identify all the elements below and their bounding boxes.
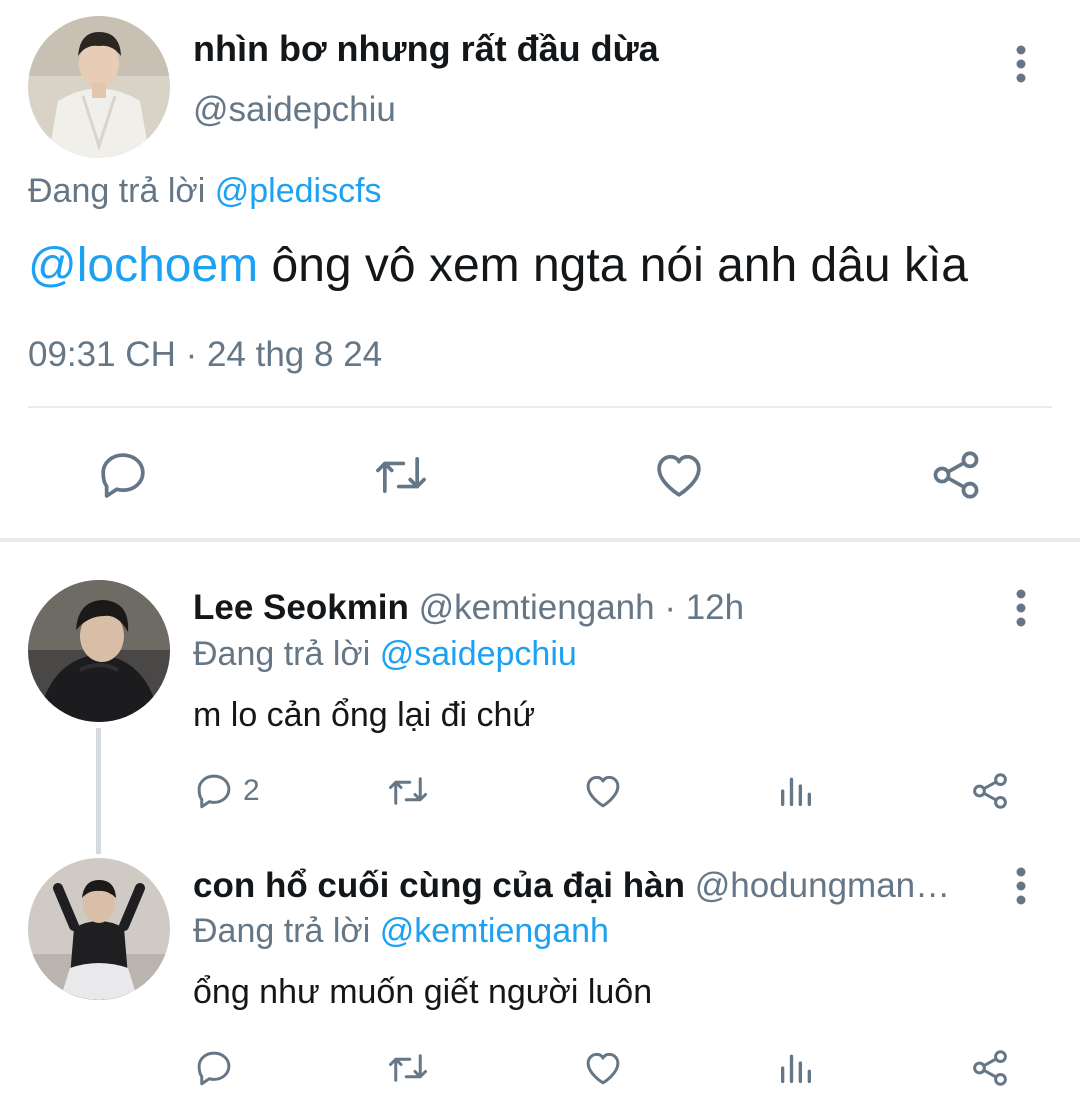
- author-display-name[interactable]: Lee Seokmin: [193, 588, 409, 627]
- reply-icon: [193, 1047, 235, 1089]
- avatar[interactable]: [28, 580, 170, 722]
- reply-header: con hổ cuối cùng của đại hàn @hodungman…: [193, 866, 950, 906]
- section-separator: [0, 538, 1080, 542]
- retweet-icon: [385, 1047, 431, 1089]
- reply-action-bar: [193, 1038, 1053, 1098]
- analytics-icon: [776, 770, 816, 812]
- reply-time[interactable]: · 12h: [655, 588, 744, 627]
- share-button[interactable]: [969, 1038, 1011, 1098]
- author-display-name[interactable]: con hổ cuối cùng của đại hàn: [193, 866, 685, 905]
- replying-to-mention[interactable]: @kemtienganh: [380, 912, 609, 950]
- more-options-icon[interactable]: [1006, 866, 1036, 906]
- reply-button[interactable]: [193, 1038, 243, 1098]
- share-icon: [969, 770, 1011, 812]
- replying-to-mention[interactable]: @saidepchiu: [380, 635, 577, 673]
- retweet-button[interactable]: [385, 1038, 431, 1098]
- avatar[interactable]: [28, 858, 170, 1000]
- tweet-body: ông vô xem ngta nói anh dâu kìa: [258, 239, 968, 292]
- reply-button[interactable]: 2: [193, 761, 260, 821]
- more-options-icon[interactable]: [1006, 588, 1036, 628]
- share-button[interactable]: [969, 761, 1011, 821]
- reply-action-bar: 2: [193, 761, 1053, 821]
- like-icon: [582, 770, 624, 812]
- divider: [28, 406, 1052, 408]
- analytics-icon: [776, 1047, 816, 1089]
- share-icon: [928, 447, 984, 503]
- replying-label: Đang trả lời: [28, 172, 206, 210]
- avatar[interactable]: [28, 16, 170, 158]
- replying-to-mention[interactable]: @plediscfs: [215, 172, 382, 210]
- retweet-button[interactable]: [385, 761, 431, 821]
- reply-icon: [95, 447, 151, 503]
- tweet-timestamp[interactable]: 09:31 CH · 24 thg 8 24: [28, 335, 382, 375]
- replying-label: Đang trả lời: [193, 635, 371, 673]
- tweet-mention[interactable]: @lochoem: [28, 239, 258, 292]
- reply-button[interactable]: [88, 440, 158, 510]
- share-icon: [969, 1047, 1011, 1089]
- like-icon: [651, 447, 707, 503]
- retweet-button[interactable]: [366, 440, 436, 510]
- retweet-icon: [385, 770, 431, 812]
- reply-text: m lo cản ổng lại đi chứ: [193, 696, 536, 734]
- reply-count: 2: [243, 774, 260, 807]
- like-button[interactable]: [582, 1038, 624, 1098]
- author-handle[interactable]: @kemtienganh: [419, 588, 655, 627]
- tweet-action-bar: [0, 440, 1080, 510]
- thread-connector-line: [96, 728, 101, 854]
- share-button[interactable]: [921, 440, 991, 510]
- author-handle[interactable]: @saidepchiu: [193, 90, 396, 130]
- more-options-icon[interactable]: [1006, 44, 1036, 84]
- replying-label: Đang trả lời: [193, 912, 371, 950]
- like-button[interactable]: [582, 761, 624, 821]
- tweet-text: @lochoem ông vô xem ngta nói anh dâu kìa: [28, 238, 968, 293]
- author-handle[interactable]: @hodungman…: [695, 866, 950, 905]
- like-icon: [582, 1047, 624, 1089]
- reply-header: Lee Seokmin @kemtienganh · 12h: [193, 588, 744, 628]
- replying-to-line: Đang trả lời @plediscfs: [28, 172, 382, 211]
- analytics-button[interactable]: [776, 761, 816, 821]
- like-button[interactable]: [644, 440, 714, 510]
- reply-text: ổng như muốn giết người luôn: [193, 973, 653, 1011]
- author-display-name[interactable]: nhìn bơ nhưng rất đầu dừa: [193, 28, 659, 70]
- replying-to-line: Đang trả lời @kemtienganh: [193, 912, 609, 951]
- retweet-icon: [371, 447, 431, 503]
- reply-icon: [193, 770, 235, 812]
- replying-to-line: Đang trả lời @saidepchiu: [193, 635, 577, 674]
- analytics-button[interactable]: [776, 1038, 816, 1098]
